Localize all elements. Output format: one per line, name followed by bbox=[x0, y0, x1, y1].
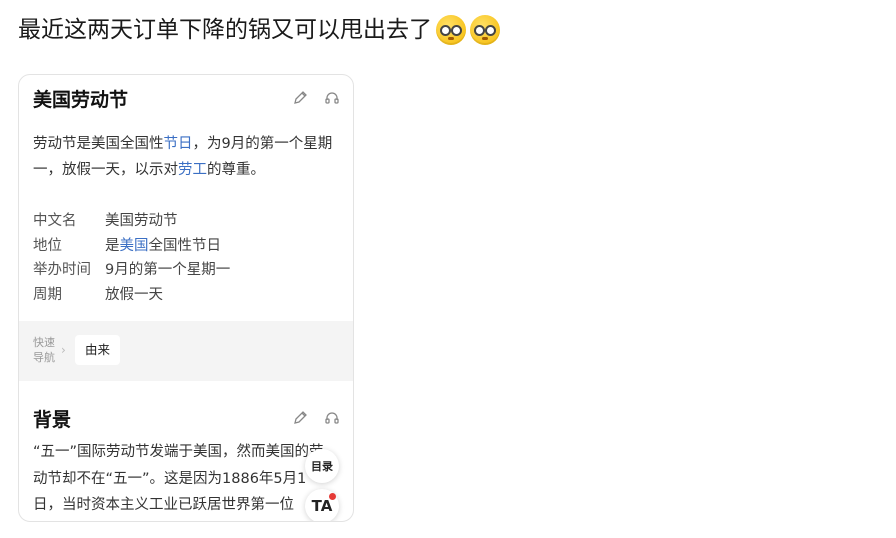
ta-label: TA bbox=[311, 497, 333, 515]
infobox-row: 地位 是美国全国性节日 bbox=[33, 234, 230, 259]
infobox: 中文名 美国劳动节 地位 是美国全国性节日 举办时间 9月的第一个星期一 周期 … bbox=[33, 209, 230, 307]
quick-nav-label: 快速导航 bbox=[33, 336, 55, 364]
pencil-icon[interactable] bbox=[291, 89, 309, 107]
chevron-right-icon: › bbox=[61, 343, 66, 357]
entry-header: 美国劳动节 bbox=[19, 75, 353, 123]
nerd-face-emoji-icon bbox=[470, 15, 500, 45]
infobox-row: 举办时间 9月的第一个星期一 bbox=[33, 258, 230, 283]
link-labor[interactable]: 劳工 bbox=[178, 162, 207, 178]
entry-summary: 劳动节是美国全国性节日，为9月的第一个星期一，放假一天，以示对劳工的尊重。 bbox=[33, 131, 339, 183]
infobox-value: 是美国全国性节日 bbox=[105, 234, 221, 259]
infobox-row: 中文名 美国劳动节 bbox=[33, 209, 230, 234]
infobox-value-text: 全国性节日 bbox=[148, 237, 222, 254]
quick-nav-bar: 快速导航 › 由来 bbox=[19, 321, 353, 381]
post-text: 最近这两天订单下降的锅又可以甩出去了 bbox=[18, 12, 500, 48]
pencil-icon[interactable] bbox=[291, 409, 309, 427]
summary-text: 劳动节是美国全国性 bbox=[33, 136, 164, 152]
headphones-icon[interactable] bbox=[323, 409, 341, 427]
infobox-key: 周期 bbox=[33, 286, 62, 303]
infobox-key: 举办时间 bbox=[33, 262, 91, 278]
infobox-value: 放假一天 bbox=[105, 286, 163, 303]
post-message: 最近这两天订单下降的锅又可以甩出去了 bbox=[18, 17, 432, 43]
entry-title: 美国劳动节 bbox=[33, 89, 129, 111]
link-holiday[interactable]: 节日 bbox=[164, 136, 193, 152]
infobox-value: 9月的第一个星期一 bbox=[105, 262, 231, 278]
link-usa[interactable]: 美国 bbox=[120, 238, 149, 254]
infobox-key: 中文名 bbox=[33, 213, 77, 229]
quick-nav-origin-button[interactable]: 由来 bbox=[75, 335, 121, 365]
nerd-face-emoji-icon bbox=[436, 15, 466, 45]
background-title: 背景 bbox=[33, 409, 72, 431]
embedded-encyclopedia-screenshot: 美国劳动节 劳动节是美国全国性节日，为9月的第一个星期一，放假一天，以示对劳工的… bbox=[18, 74, 354, 522]
summary-text: 的尊重。 bbox=[207, 162, 265, 178]
background-section-header: 背景 bbox=[19, 395, 353, 439]
toc-button[interactable]: 目录 bbox=[305, 449, 339, 483]
ta-button[interactable]: TA bbox=[305, 489, 339, 521]
infobox-value-text: 是 bbox=[105, 237, 120, 254]
infobox-row: 周期 放假一天 bbox=[33, 283, 230, 308]
notification-dot bbox=[329, 493, 336, 500]
infobox-value: 美国劳动节 bbox=[105, 213, 178, 229]
background-text: “五一”国际劳动节发端于美国，然而美国的劳动节却不在“五一”。这是因为1886年… bbox=[33, 444, 324, 513]
infobox-key: 地位 bbox=[33, 237, 62, 254]
headphones-icon[interactable] bbox=[323, 89, 341, 107]
